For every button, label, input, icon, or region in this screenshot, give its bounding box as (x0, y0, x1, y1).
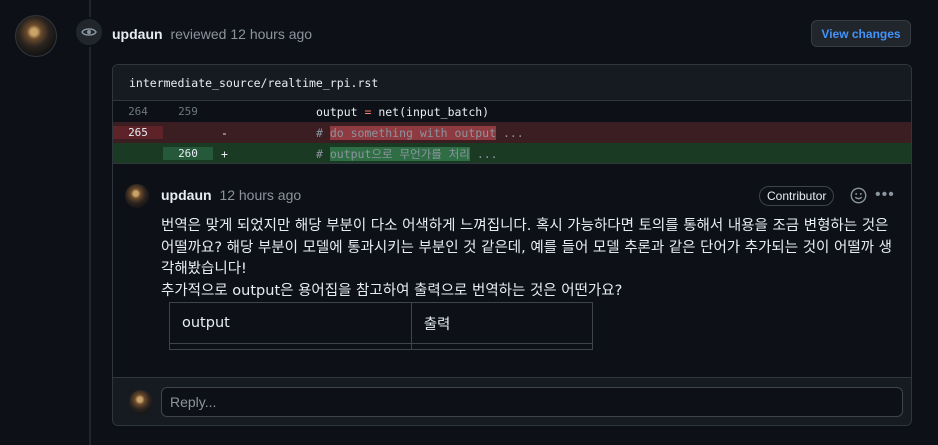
reply-area: Reply... (113, 377, 911, 425)
kebab-menu-icon[interactable]: ••• (875, 186, 895, 204)
old-line-number[interactable]: 264 (113, 105, 163, 118)
comment-author[interactable]: updaun (161, 187, 212, 203)
code-suffix: ... (496, 125, 524, 140)
diff-line-context: 264 259 output = net(input_batch) (113, 101, 911, 122)
code-highlight: do something with output (329, 125, 497, 140)
review-header: updaun reviewed 12 hours ago (112, 26, 312, 42)
old-line-number[interactable]: 265 (113, 126, 163, 139)
smiley-icon[interactable] (850, 187, 867, 207)
comment-paragraph: 추가적으로 output은 용어집을 참고하여 출력으로 번역하는 것은 어떤가… (161, 282, 623, 299)
review-author[interactable]: updaun (112, 26, 163, 42)
diff-marker: - (221, 125, 228, 140)
diff-marker: + (221, 146, 228, 161)
table-cell: output (169, 302, 412, 344)
comment-paragraph: 번역은 맞게 되었지만 해당 부분이 다소 어색하게 느껴집니다. 혹시 가능하… (161, 218, 892, 277)
comment-header: updaun 12 hours ago (161, 187, 301, 203)
current-user-avatar (129, 390, 153, 414)
code-highlight: output으로 무언가를 처리 (329, 146, 470, 161)
diff-code: output = net(input_batch) (316, 104, 490, 119)
diff-code: # output으로 무언가를 처리 ... (239, 146, 498, 162)
eye-icon (74, 17, 104, 47)
reply-input[interactable]: Reply... (161, 387, 903, 417)
review-action: reviewed (170, 26, 227, 42)
code-suffix: ... (469, 146, 498, 161)
code-prefix: # (316, 125, 330, 140)
new-line-number[interactable]: 259 (163, 105, 213, 118)
view-changes-button[interactable]: View changes (811, 20, 911, 47)
diff-code: # do something with output ... (239, 125, 524, 140)
review-time[interactable]: 12 hours ago (230, 26, 312, 42)
glossary-table: output 출력 (169, 302, 594, 350)
file-path[interactable]: intermediate_source/realtime_rpi.rst (113, 65, 911, 101)
reviewer-avatar[interactable] (15, 15, 57, 57)
timeline-line (89, 0, 91, 445)
table-cell (169, 343, 412, 350)
table-cell: 출력 (410, 302, 594, 344)
diff-line-addition: 260 + # output으로 무언가를 처리 ... (113, 143, 911, 164)
comment-body: 번역은 맞게 되었지만 해당 부분이 다소 어색하게 느껴집니다. 혹시 가능하… (161, 216, 896, 302)
review-comment-box: intermediate_source/realtime_rpi.rst 264… (112, 64, 912, 426)
table-cell (410, 343, 594, 350)
comment-time[interactable]: 12 hours ago (219, 187, 301, 203)
contributor-badge: Contributor (759, 186, 835, 206)
comment-thread: updaun 12 hours ago Contributor ••• 번역은 … (113, 163, 911, 376)
code-prefix: # (316, 146, 330, 161)
new-line-number[interactable]: 260 (163, 147, 213, 160)
commenter-avatar[interactable] (125, 184, 149, 208)
diff-line-deletion: 265 - # do something with output ... (113, 122, 911, 143)
